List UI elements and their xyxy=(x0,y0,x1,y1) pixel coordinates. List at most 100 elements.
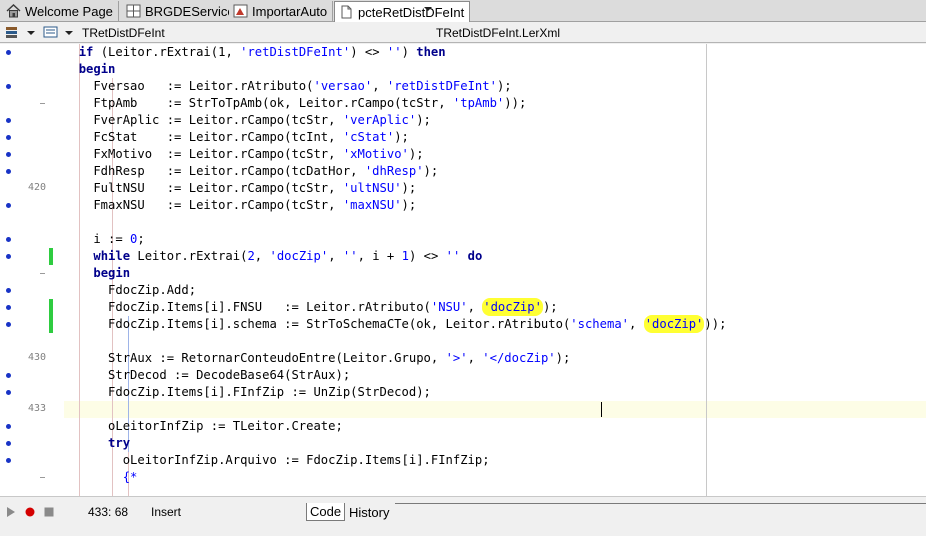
code-line[interactable]: StrAux := RetornarConteudoEntre(Leitor.G… xyxy=(64,350,570,367)
code-token: )); xyxy=(504,96,527,110)
code-line[interactable]: StrDecod := DecodeBase64(StrAux); xyxy=(64,367,350,384)
gutter-row[interactable] xyxy=(0,78,64,95)
gutter-row[interactable] xyxy=(0,197,64,214)
text-caret xyxy=(601,402,602,417)
gutter-row[interactable] xyxy=(0,61,64,78)
code-line[interactable]: FmaxNSU := Leitor.rCampo(tcStr, 'maxNSU'… xyxy=(64,197,416,214)
code-token: 'versao' xyxy=(313,79,373,93)
code-line[interactable]: oLeitorInfZip.Arquivo := FdocZip.Items[i… xyxy=(64,452,490,469)
gutter-row[interactable] xyxy=(0,418,64,435)
code-token: then xyxy=(416,45,446,59)
home-icon xyxy=(6,4,21,18)
bookmarks-dropdown-arrow[interactable] xyxy=(65,25,73,41)
gutter-row[interactable] xyxy=(0,95,64,112)
gutter-row[interactable] xyxy=(0,299,64,316)
code-line[interactable]: FdocZip.Add; xyxy=(64,282,196,299)
code-line[interactable]: FcStat := Leitor.rCampo(tcInt, 'cStat'); xyxy=(64,129,409,146)
gutter-row[interactable] xyxy=(0,316,64,333)
gutter-row[interactable]: 433 xyxy=(0,401,64,418)
gutter-row[interactable] xyxy=(0,469,64,486)
chevron-down-icon xyxy=(27,26,35,40)
code-line[interactable]: begin xyxy=(64,61,116,78)
code-token: ); xyxy=(394,130,409,144)
code-line[interactable]: FdocZip.Items[i].FNSU := Leitor.rAtribut… xyxy=(64,298,558,316)
code-token: 2 xyxy=(247,249,255,263)
code-line[interactable]: FdhResp := Leitor.rCampo(tcDatHor, 'dhRe… xyxy=(64,163,438,180)
gutter-row[interactable] xyxy=(0,44,64,61)
stop-macro-button[interactable] xyxy=(43,506,55,521)
gutter-row[interactable] xyxy=(0,384,64,401)
code-editor[interactable]: 420 430 433 if (Leitor.rExtrai(1, 'retDist… xyxy=(0,44,926,496)
code-line[interactable]: oLeitorInfZip := TLeitor.Create; xyxy=(64,418,343,435)
code-line[interactable]: i := 0; xyxy=(64,231,144,248)
class-dropdown[interactable]: TRetDistDFeInt xyxy=(82,7,432,42)
code-line[interactable]: FverAplic := Leitor.rCampo(tcStr, 'verAp… xyxy=(64,112,431,129)
code-token: 'retDistDFeInt' xyxy=(240,45,351,59)
modified-line-bar xyxy=(49,299,53,316)
gutter-row[interactable] xyxy=(0,452,64,469)
breakpoint-dot-icon xyxy=(6,203,11,208)
gutter-row[interactable] xyxy=(0,146,64,163)
view-tab-code[interactable]: Code xyxy=(306,503,346,521)
code-token: FdocZip.Add; xyxy=(64,283,197,297)
stop-icon xyxy=(43,507,55,521)
tab-label: BRGDEService xyxy=(145,3,235,19)
gutter-row[interactable] xyxy=(0,129,64,146)
code-token: oLeitorInfZip.Arquivo := FdocZip.Items[i… xyxy=(64,453,490,467)
gutter-row[interactable] xyxy=(0,112,64,129)
breakpoint-dot-icon xyxy=(6,424,11,429)
code-line[interactable]: if (Leitor.rExtrai(1, 'retDistDFeInt') <… xyxy=(64,44,446,61)
code-line[interactable]: Fversao := Leitor.rAtributo('versao', 'r… xyxy=(64,78,511,95)
line-tick-mark xyxy=(40,477,45,478)
tab-brgdeservice[interactable]: BRGDEService xyxy=(122,1,241,21)
play-macro-button[interactable] xyxy=(6,506,16,521)
code-line[interactable]: try xyxy=(64,435,130,452)
code-token: ); xyxy=(542,300,558,314)
tab-pcteretdistdfeint[interactable]: pcteRetDistDFeInt xyxy=(334,1,471,22)
view-tab-history[interactable]: History xyxy=(346,503,392,521)
modified-line-bar xyxy=(49,248,53,265)
code-line[interactable]: while Leitor.rExtrai(2, 'docZip', '', i … xyxy=(64,248,482,265)
code-line[interactable]: {* xyxy=(64,469,138,486)
code-line[interactable]: begin xyxy=(64,265,130,282)
gutter-row[interactable] xyxy=(0,333,64,350)
gutter-row[interactable] xyxy=(0,214,64,231)
code-line[interactable]: FtpAmb := StrToTpAmb(ok, Leitor.rCampo(t… xyxy=(64,95,526,112)
structure-button[interactable] xyxy=(4,25,22,41)
bookmarks-button[interactable] xyxy=(42,25,60,41)
gutter-row[interactable] xyxy=(0,282,64,299)
gutter-row[interactable] xyxy=(0,367,64,384)
structure-icon xyxy=(4,24,22,43)
structure-dropdown-arrow[interactable] xyxy=(27,25,35,41)
editor-gutter[interactable]: 420 430 433 xyxy=(0,44,64,496)
code-token: ); xyxy=(423,164,439,178)
code-token: , xyxy=(372,79,387,93)
code-line[interactable]: FdocZip.Items[i].schema := StrToSchemaCT… xyxy=(64,315,726,333)
code-token: FtpAmb := StrToTpAmb(ok, Leitor.rCampo(t… xyxy=(64,96,453,110)
gutter-row[interactable] xyxy=(0,231,64,248)
record-macro-button[interactable] xyxy=(24,506,36,521)
gutter-row[interactable] xyxy=(0,248,64,265)
code-token: Fversao := Leitor.rAtributo( xyxy=(64,79,314,93)
code-line[interactable]: FdocZip.Items[i].FInfZip := UnZip(StrDec… xyxy=(64,384,431,401)
code-token: FcStat := Leitor.rCampo(tcInt, xyxy=(64,130,343,144)
breakpoint-dot-icon xyxy=(6,305,11,310)
code-token: ); xyxy=(416,113,431,127)
unit-file-icon xyxy=(339,5,354,19)
gutter-row[interactable] xyxy=(0,435,64,452)
gutter-row[interactable]: 420 xyxy=(0,180,64,197)
view-tab-label: Code xyxy=(310,504,342,519)
bookmark-list-icon xyxy=(42,24,60,43)
gutter-row[interactable]: 430 xyxy=(0,350,64,367)
code-token: ); xyxy=(401,198,417,212)
tab-label: pcteRetDistDFeInt xyxy=(358,4,465,20)
tab-welcome-page[interactable]: Welcome Page xyxy=(2,1,119,21)
method-dropdown[interactable]: TRetDistDFeInt.LerXml xyxy=(436,24,916,42)
tab-importarauto[interactable]: ImportarAuto xyxy=(229,1,334,21)
gutter-row[interactable] xyxy=(0,163,64,180)
code-line[interactable]: FultNSU := Leitor.rCampo(tcStr, 'ultNSU'… xyxy=(64,180,416,197)
code-token: , xyxy=(467,300,483,314)
gutter-row[interactable] xyxy=(0,265,64,282)
code-line[interactable]: FxMotivo := Leitor.rCampo(tcStr, 'xMotiv… xyxy=(64,146,423,163)
